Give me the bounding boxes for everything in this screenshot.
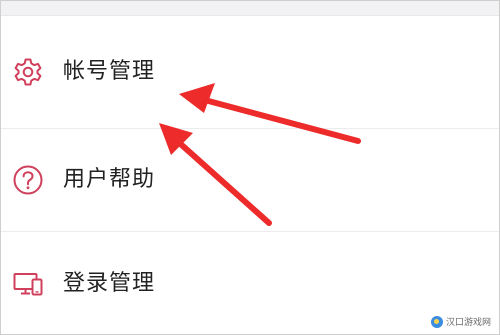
watermark-text: 汉口游戏网 [445,318,491,328]
watermark: 汉口游戏网 [430,315,491,328]
menu-item-account-management[interactable]: 帐号管理 [1,16,499,128]
gear-icon [11,55,45,89]
menu-item-label: 用户帮助 [63,167,156,192]
menu-item-user-help[interactable]: 用户帮助 [1,128,499,231]
watermark-logo-icon [430,315,443,328]
menu-item-label: 帐号管理 [63,59,156,84]
menu-item-label: 登录管理 [63,270,156,296]
settings-menu-list: 帐号管理 用户帮助 登录管理 [1,16,499,334]
menu-item-login-management[interactable]: 登录管理 [1,231,499,334]
question-circle-icon [11,163,45,197]
screenshot-frame: 帐号管理 用户帮助 登录管理 汉口游戏网 [0,0,500,335]
devices-icon [11,267,45,301]
top-strip [1,1,499,15]
